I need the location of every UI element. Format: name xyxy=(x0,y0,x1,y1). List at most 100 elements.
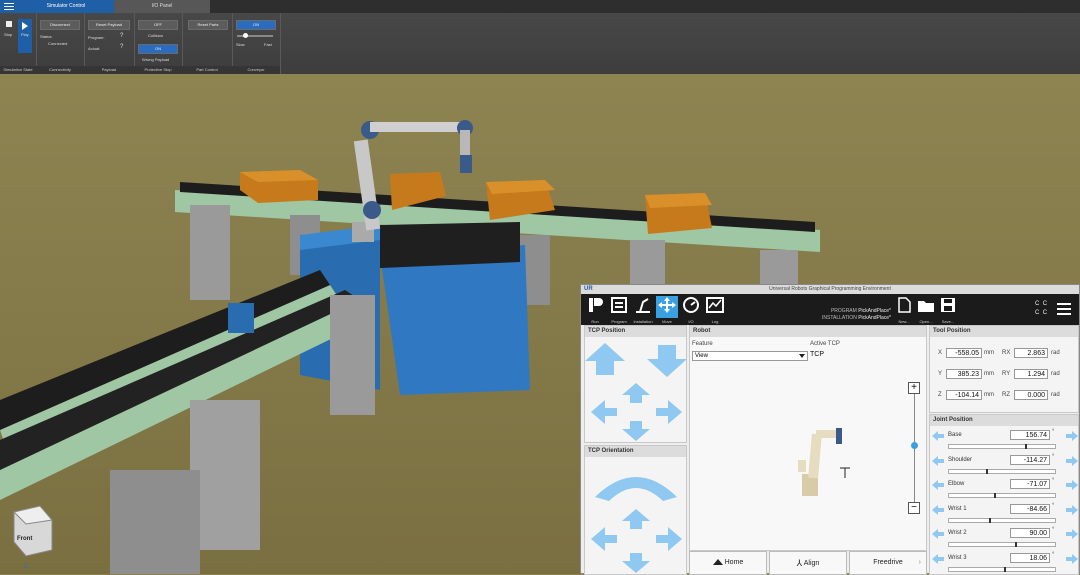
zoom-out-button[interactable]: − xyxy=(908,502,920,514)
rotate-left-arrow-icon[interactable] xyxy=(591,527,617,551)
joint-decrease-arrow-icon[interactable] xyxy=(932,455,944,467)
joint-slider[interactable] xyxy=(948,493,1056,498)
joint-slider[interactable] xyxy=(948,444,1056,449)
conveyor-speed-slider[interactable] xyxy=(237,33,273,38)
nav-run-label: Run xyxy=(591,319,599,324)
rotate-forward-arrow-icon[interactable] xyxy=(622,509,650,529)
joint-increase-arrow-icon[interactable] xyxy=(1066,479,1078,491)
ur-polyscope-window: Universal Robots Graphical Programming E… xyxy=(580,284,1080,575)
installation-label: INSTALLATION xyxy=(821,315,857,321)
nav-move[interactable]: Move xyxy=(656,296,678,324)
protective-stop-off-button[interactable]: OFF xyxy=(138,20,178,30)
align-button[interactable]: ⅄ Align xyxy=(769,551,847,575)
joint-decrease-arrow-icon[interactable] xyxy=(932,504,944,516)
tcp-forward-arrow-icon[interactable] xyxy=(622,383,650,403)
tcp-down-arrow-icon[interactable] xyxy=(647,345,687,377)
joint-increase-arrow-icon[interactable] xyxy=(1066,528,1078,540)
tcp-left-arrow-icon[interactable] xyxy=(591,400,617,424)
nav-installation[interactable]: Installation xyxy=(632,296,654,324)
freedrive-button[interactable]: Freedrive › xyxy=(849,551,927,575)
new-file-button[interactable]: New... xyxy=(893,296,915,324)
joint-decrease-arrow-icon[interactable] xyxy=(932,553,944,565)
group-label-conveyor: Conveyor xyxy=(232,66,280,74)
tool-z-value[interactable]: -104.14 xyxy=(946,390,982,400)
program-value: PickAndPlace* xyxy=(858,308,891,314)
tool-rx-value[interactable]: 2.863 xyxy=(1014,348,1048,358)
collision-label: Collision xyxy=(148,33,164,38)
robot-3d-view[interactable] xyxy=(690,364,928,544)
tool-rx-unit: rad xyxy=(1051,350,1060,356)
hamburger-menu-icon[interactable] xyxy=(0,0,18,13)
joint-label: Wrist 2 xyxy=(948,530,967,536)
joint-value[interactable]: -71.07 xyxy=(1010,479,1050,489)
nav-program[interactable]: Program xyxy=(608,296,630,324)
disconnect-button[interactable]: Disconnect xyxy=(40,20,80,30)
nav-io-label: I/O xyxy=(688,319,694,324)
new-file-icon xyxy=(898,297,911,313)
tool-y-label: Y xyxy=(938,371,943,377)
rotate-up-arrow-icon[interactable] xyxy=(595,477,677,501)
tcp-up-arrow-icon[interactable] xyxy=(585,343,625,375)
active-tcp-label: Active TCP xyxy=(810,341,840,347)
nav-io[interactable]: I/O xyxy=(680,296,702,324)
joint-slider[interactable] xyxy=(948,542,1056,547)
home-button[interactable]: Home xyxy=(689,551,767,575)
nav-program-label: Program xyxy=(611,319,627,324)
zoom-in-button[interactable]: + xyxy=(908,382,920,394)
nav-run[interactable]: Run xyxy=(584,296,606,324)
play-button[interactable]: Play xyxy=(18,19,32,53)
tool-position-panel: Tool Position X -558.05 mm RX 2.863 rad … xyxy=(929,325,1079,413)
reset-payload-button[interactable]: Reset Payload xyxy=(88,20,130,30)
tab-io-panel[interactable]: I/O Panel xyxy=(114,0,210,13)
tool-x-unit: mm xyxy=(984,350,994,356)
tcp-back-arrow-icon[interactable] xyxy=(622,421,650,441)
joint-increase-arrow-icon[interactable] xyxy=(1066,455,1078,467)
conveyor-speed-handle[interactable] xyxy=(243,33,248,38)
joint-value[interactable]: 18.06 xyxy=(1010,552,1050,563)
nav-log[interactable]: Log xyxy=(704,296,726,324)
program-icon xyxy=(611,297,627,313)
joint-unit: ° xyxy=(1052,478,1055,484)
zoom-slider-handle[interactable] xyxy=(911,442,918,449)
joint-increase-arrow-icon[interactable] xyxy=(1066,430,1078,442)
speed-indicator[interactable]: C C C C xyxy=(1035,300,1053,318)
tool-ry-value[interactable]: 1.294 xyxy=(1014,369,1048,379)
reset-parts-button[interactable]: Reset Parts xyxy=(188,20,228,30)
joint-slider[interactable] xyxy=(948,517,1056,523)
joint-slider[interactable] xyxy=(948,566,1056,572)
joint-increase-arrow-icon[interactable] xyxy=(1066,504,1078,516)
view-cube[interactable] xyxy=(13,505,53,557)
tool-ry-unit: rad xyxy=(1051,371,1060,377)
open-file-label: Open... xyxy=(919,319,933,324)
rotate-right-arrow-icon[interactable] xyxy=(656,527,682,551)
joint-value[interactable]: -84.66 xyxy=(1010,503,1050,514)
group-label-part-control: Part Control xyxy=(182,66,232,74)
open-file-button[interactable]: Open... xyxy=(915,296,937,324)
feature-select[interactable]: View xyxy=(692,351,808,361)
joint-slider[interactable] xyxy=(948,468,1056,474)
move-icon xyxy=(658,297,676,313)
joint-row: Elbow -71.07 ° xyxy=(932,477,1080,501)
nav-installation-label: Installation xyxy=(633,319,653,324)
joint-decrease-arrow-icon[interactable] xyxy=(932,479,944,491)
save-file-button[interactable]: Save... xyxy=(937,296,959,324)
tool-y-value[interactable]: 385.23 xyxy=(946,369,982,379)
joint-row: Wrist 2 90.00 ° xyxy=(932,526,1080,550)
joint-value[interactable]: 156.74 xyxy=(1010,430,1050,440)
tab-simulator-control[interactable]: Simulator Control xyxy=(18,0,114,13)
tool-ry-label: RY xyxy=(1002,371,1011,377)
joint-value[interactable]: 90.00 xyxy=(1010,528,1050,538)
tcp-right-arrow-icon[interactable] xyxy=(656,400,682,424)
stop-icon[interactable] xyxy=(6,21,12,27)
conveyor-on-button[interactable]: ON xyxy=(236,20,276,30)
hamburger-menu-icon[interactable] xyxy=(1057,302,1071,316)
tool-rz-value[interactable]: 0.000 xyxy=(1014,390,1048,400)
joint-decrease-arrow-icon[interactable] xyxy=(932,430,944,442)
new-file-label: New... xyxy=(898,319,910,324)
rotate-back-arrow-icon[interactable] xyxy=(622,553,650,573)
joint-increase-arrow-icon[interactable] xyxy=(1066,553,1078,565)
protective-stop-on-button[interactable]: ON xyxy=(138,44,178,54)
tool-x-value[interactable]: -558.05 xyxy=(946,348,982,358)
joint-decrease-arrow-icon[interactable] xyxy=(932,528,944,540)
joint-value[interactable]: -114.27 xyxy=(1010,454,1050,465)
